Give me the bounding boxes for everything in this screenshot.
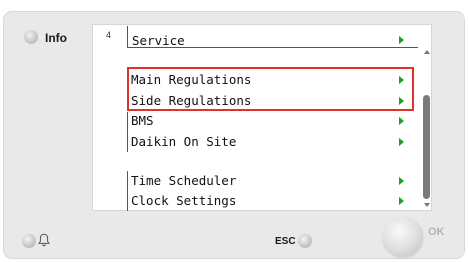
page-number: 4 <box>106 30 112 40</box>
chevron-right-icon[interactable] <box>399 138 404 146</box>
menu-item-time-scheduler[interactable]: Time Scheduler <box>131 174 236 188</box>
menu-item-daikin-on-site[interactable]: Daikin On Site <box>131 135 236 149</box>
chevron-right-icon[interactable] <box>399 197 404 205</box>
title-divider <box>127 26 128 48</box>
chevron-right-icon[interactable] <box>399 177 404 185</box>
esc-label: ESC <box>275 236 296 247</box>
menu-title: Service <box>132 33 185 48</box>
selection-highlight <box>127 67 414 111</box>
scroll-up-icon[interactable] <box>424 50 430 54</box>
scroll-down-icon[interactable] <box>424 203 430 207</box>
title-arrow-icon <box>399 36 404 44</box>
alarm-led-icon[interactable] <box>22 234 36 248</box>
menu-item-clock-settings[interactable]: Clock Settings <box>131 194 236 208</box>
info-led-icon[interactable] <box>24 30 38 44</box>
menu-item-bms[interactable]: BMS <box>131 114 154 128</box>
chevron-right-icon[interactable] <box>399 117 404 125</box>
scrollbar-thumb[interactable] <box>423 95 430 199</box>
group-rule <box>127 112 128 152</box>
title-underline <box>127 47 418 48</box>
group-rule <box>127 171 128 211</box>
esc-button[interactable] <box>298 234 312 248</box>
ok-label: OK <box>428 226 445 238</box>
ok-knob[interactable] <box>383 217 423 257</box>
bell-icon[interactable] <box>38 233 50 247</box>
info-label: Info <box>45 31 67 45</box>
